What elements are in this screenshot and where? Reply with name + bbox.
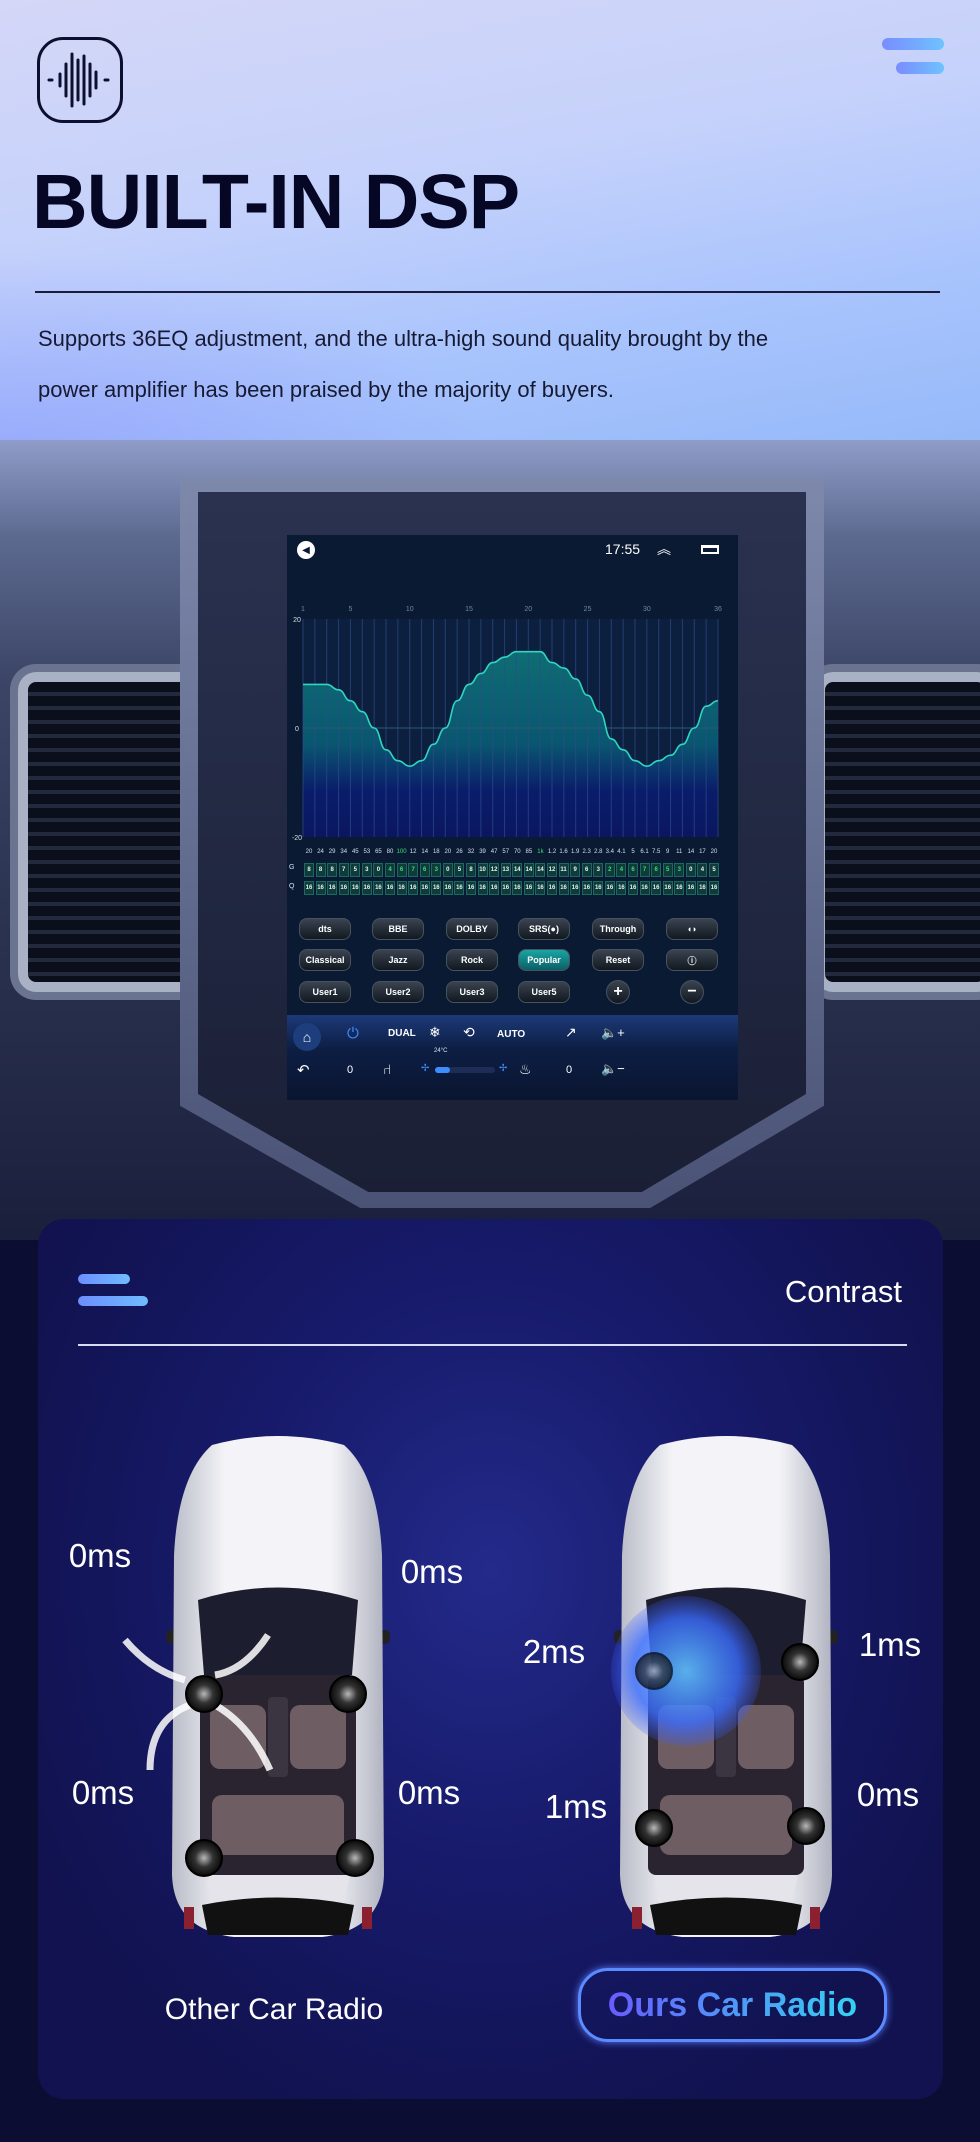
menu-icon[interactable] (882, 38, 944, 74)
car-illustrations (122, 1436, 838, 1937)
delay-label: 2ms (522, 1633, 586, 1670)
ours-car-radio-button[interactable]: Ours Car Radio (578, 1968, 887, 2042)
ours-car-radio-label: Ours Car Radio (607, 1985, 858, 2024)
page-title: BUILT-IN DSP (32, 159, 520, 245)
sound-focus-glow (611, 1596, 761, 1746)
delay-label: 0ms (71, 1774, 135, 1811)
delay-label: 0ms (68, 1537, 132, 1574)
delay-label: 0ms (400, 1553, 464, 1590)
sound-wave-icon (37, 37, 123, 123)
description-line: Supports 36EQ adjustment, and the ultra-… (38, 326, 769, 351)
delay-label: 0ms (397, 1774, 461, 1811)
divider (35, 291, 940, 293)
delay-label: 0ms (856, 1776, 920, 1813)
delay-label: 1ms (858, 1626, 922, 1663)
description-line: power amplifier has been praised by the … (38, 377, 614, 402)
delay-label: 1ms (544, 1788, 608, 1825)
other-car-radio-label: Other Car Radio (164, 1993, 384, 2026)
